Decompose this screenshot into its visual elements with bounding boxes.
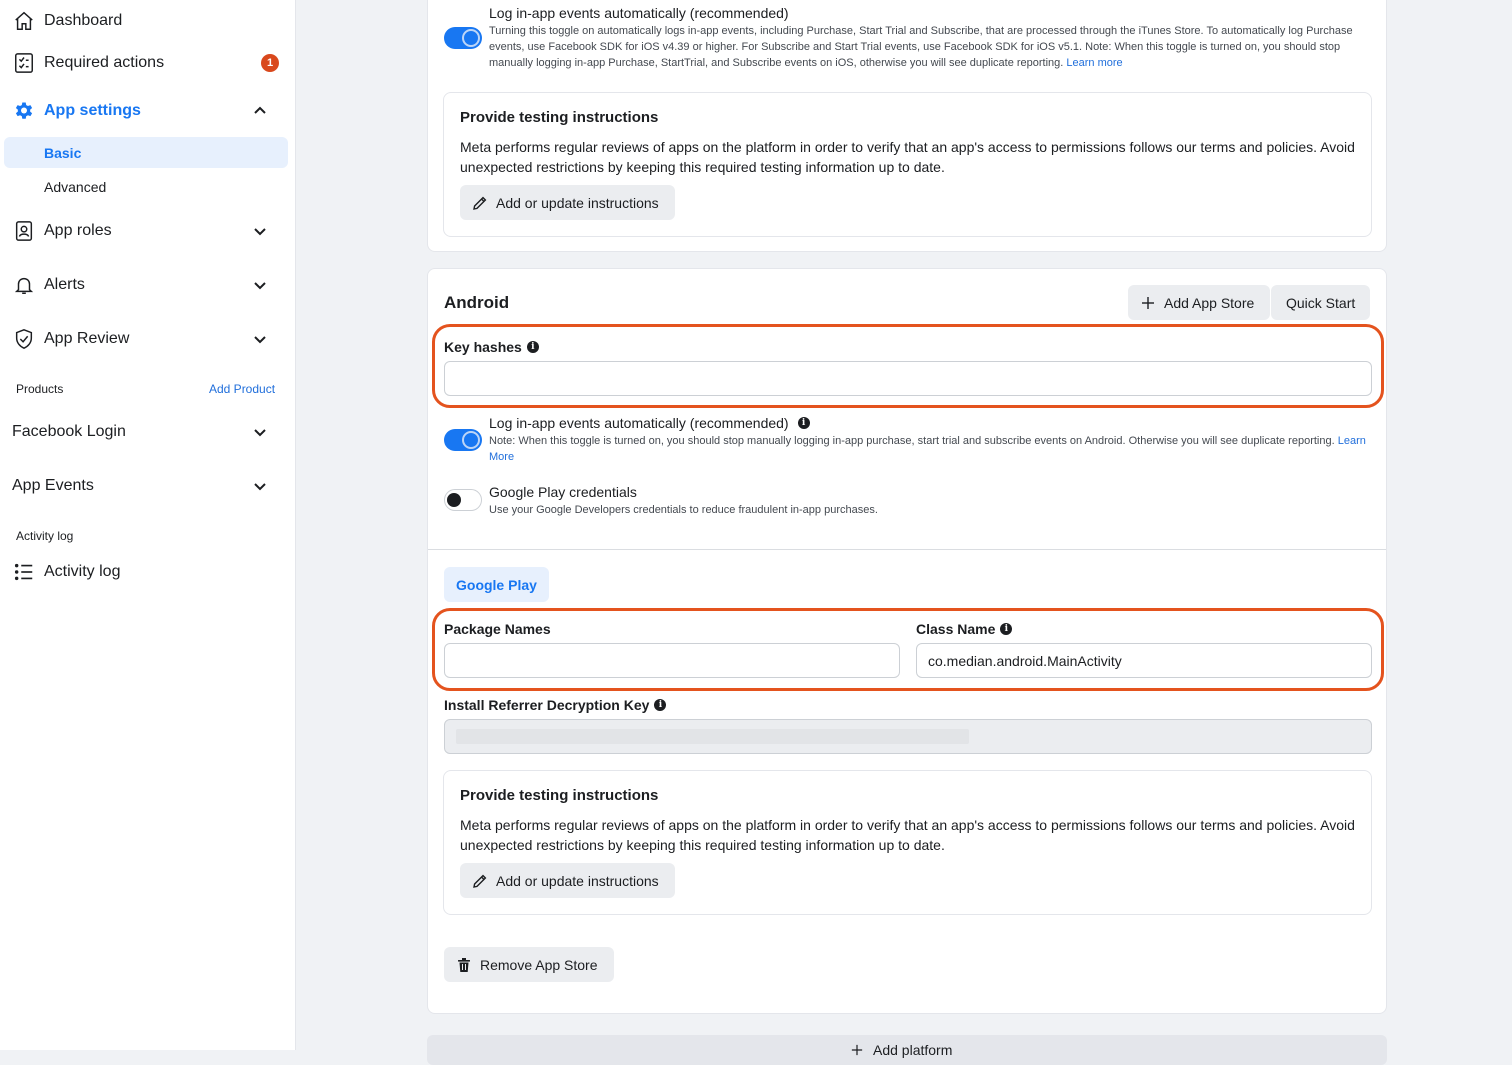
ios-testing-instructions-box: Provide testing instructions Meta perfor…	[443, 92, 1372, 237]
android-log-events-desc-text: Note: When this toggle is turned on, you…	[489, 435, 1335, 447]
field-label-text: Key hashes	[444, 339, 522, 355]
google-play-credentials-description: Use your Google Developers credentials t…	[489, 504, 878, 516]
activity-section-label: Activity log	[16, 529, 74, 543]
button-label: Add or update instructions	[496, 872, 659, 889]
google-play-credentials-title: Google Play credentials	[489, 484, 637, 500]
shield-check-icon	[12, 327, 36, 351]
chevron-down-icon[interactable]	[251, 276, 269, 294]
sidebar: Dashboard Required actions 1 App setting…	[0, 0, 296, 1050]
info-icon[interactable]: i	[1000, 623, 1013, 635]
install-referrer-label: Install Referrer Decryption Key i	[444, 697, 667, 713]
info-icon[interactable]: i	[797, 417, 810, 429]
key-hashes-input[interactable]	[444, 361, 1372, 396]
sidebar-subitem-label: Advanced	[44, 179, 107, 195]
button-label: Add or update instructions	[496, 194, 659, 211]
chevron-down-icon[interactable]	[251, 423, 269, 441]
sidebar-item-app-settings[interactable]: App settings	[0, 98, 296, 124]
android-log-events-toggle[interactable]	[444, 429, 482, 451]
ios-testing-text: Meta performs regular reviews of apps on…	[460, 139, 1355, 175]
package-names-input[interactable]	[444, 643, 900, 678]
toggle-title-text: Log in-app events automatically (recomme…	[489, 415, 789, 431]
android-platform-card: Android Add App Store Quick Start Key ha…	[427, 268, 1387, 1014]
android-add-instructions-button[interactable]: Add or update instructions	[460, 863, 675, 898]
remove-app-store-button[interactable]: Remove App Store	[444, 947, 614, 982]
android-testing-title: Provide testing instructions	[460, 787, 659, 804]
sidebar-item-label: App roles	[44, 222, 112, 239]
ios-testing-title: Provide testing instructions	[460, 109, 659, 126]
android-testing-instructions-box: Provide testing instructions Meta perfor…	[443, 770, 1372, 915]
button-label: Quick Start	[1286, 294, 1356, 311]
chevron-down-icon[interactable]	[251, 477, 269, 495]
sidebar-item-label: Activity log	[44, 563, 121, 580]
plus-icon	[851, 1044, 863, 1056]
field-label-text: Class Name	[916, 621, 996, 637]
button-label: Remove App Store	[480, 956, 598, 973]
list-icon	[12, 560, 36, 584]
sidebar-item-dashboard[interactable]: Dashboard	[0, 8, 296, 34]
sidebar-item-label: Dashboard	[44, 12, 123, 29]
checklist-icon	[12, 51, 36, 75]
sidebar-subitem-label: Basic	[44, 145, 82, 161]
notification-badge: 1	[261, 54, 279, 72]
android-testing-text: Meta performs regular reviews of apps on…	[460, 817, 1355, 853]
add-platform-button[interactable]: Add platform	[427, 1035, 1387, 1065]
android-log-events-title: Log in-app events automatically (recomme…	[489, 415, 810, 431]
info-icon[interactable]: i	[526, 341, 539, 353]
field-label-text: Install Referrer Decryption Key	[444, 697, 650, 713]
redacted-value	[456, 729, 969, 744]
pencil-icon	[473, 874, 487, 888]
button-label: Add platform	[873, 1042, 953, 1058]
add-product-link[interactable]: Add Product	[209, 382, 275, 396]
sidebar-subitem-basic[interactable]: Basic	[4, 137, 288, 168]
ios-add-instructions-button[interactable]: Add or update instructions	[460, 185, 675, 220]
sidebar-item-label: App Events	[12, 477, 94, 494]
field-label-text: Package Names	[444, 621, 551, 637]
quick-start-button[interactable]: Quick Start	[1271, 285, 1371, 320]
pencil-icon	[473, 196, 487, 210]
sidebar-item-label: Facebook Login	[12, 423, 126, 440]
sidebar-item-activity-log[interactable]: Activity log	[0, 559, 296, 585]
ios-learn-more-link[interactable]: Learn more	[1066, 57, 1122, 69]
trash-icon	[458, 957, 470, 972]
class-name-input[interactable]	[916, 643, 1372, 678]
package-names-label: Package Names	[444, 621, 551, 637]
sidebar-item-app-roles[interactable]: App roles	[0, 218, 296, 244]
chevron-down-icon[interactable]	[251, 330, 269, 348]
sidebar-item-app-events[interactable]: App Events	[0, 473, 296, 499]
sidebar-item-alerts[interactable]: Alerts	[0, 272, 296, 298]
sidebar-item-app-review[interactable]: App Review	[0, 326, 296, 352]
android-log-events-description: Note: When this toggle is turned on, you…	[489, 433, 1369, 465]
ios-log-events-toggle[interactable]	[444, 27, 482, 49]
chevron-up-icon[interactable]	[251, 102, 269, 120]
class-name-label: Class Name i	[916, 621, 1013, 637]
gear-icon	[12, 99, 36, 123]
install-referrer-key-field	[444, 719, 1372, 754]
id-badge-icon	[12, 219, 36, 243]
chevron-down-icon[interactable]	[251, 222, 269, 240]
ios-log-events-title: Log in-app events automatically (recomme…	[489, 5, 789, 21]
plus-icon	[1142, 296, 1154, 309]
bell-icon	[12, 273, 36, 297]
section-divider	[428, 549, 1386, 550]
add-app-store-button[interactable]: Add App Store	[1128, 285, 1271, 320]
sidebar-item-required-actions[interactable]: Required actions 1	[0, 50, 296, 76]
sidebar-subitem-advanced[interactable]: Advanced	[4, 171, 288, 202]
key-hashes-label: Key hashes i	[444, 339, 539, 355]
sidebar-item-label: Alerts	[44, 276, 85, 293]
google-play-credentials-toggle[interactable]	[444, 489, 482, 511]
tab-label: Google Play	[456, 576, 537, 593]
ios-log-events-description: Turning this toggle on automatically log…	[489, 23, 1369, 71]
ios-log-events-desc-text: Turning this toggle on automatically log…	[489, 25, 1353, 69]
info-icon[interactable]: i	[654, 699, 667, 711]
android-title: Android	[444, 293, 510, 312]
home-icon	[12, 9, 36, 33]
sidebar-item-label: App settings	[44, 102, 141, 119]
sidebar-item-facebook-login[interactable]: Facebook Login	[0, 419, 296, 445]
products-section-label: Products	[16, 382, 64, 396]
tab-google-play[interactable]: Google Play	[444, 567, 549, 602]
ios-platform-card: Log in-app events automatically (recomme…	[427, 0, 1387, 252]
sidebar-item-label: App Review	[44, 330, 130, 347]
button-label: Add App Store	[1164, 294, 1255, 311]
sidebar-item-label: Required actions	[44, 54, 165, 71]
